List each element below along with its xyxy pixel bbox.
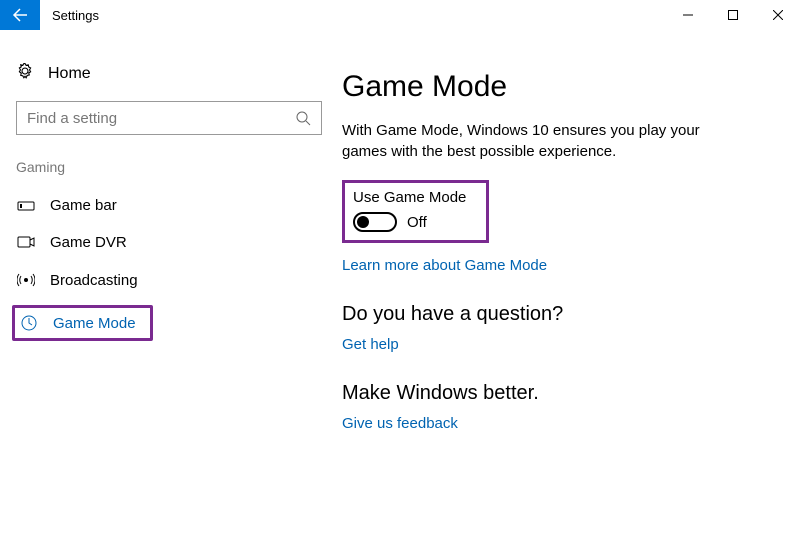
content-pane: Game Mode With Game Mode, Windows 10 ens… bbox=[330, 30, 800, 551]
dvr-icon bbox=[16, 236, 36, 250]
question-heading: Do you have a question? bbox=[342, 303, 760, 326]
gamemode-icon bbox=[19, 314, 39, 332]
minimize-icon bbox=[683, 10, 693, 20]
game-mode-toggle-group: Use Game Mode Off bbox=[342, 180, 489, 243]
search-icon bbox=[295, 110, 311, 126]
nav-label: Game bar bbox=[50, 197, 117, 214]
toggle-knob bbox=[357, 216, 369, 228]
toggle-state: Off bbox=[407, 214, 427, 231]
broadcast-icon bbox=[16, 271, 36, 289]
get-help-link[interactable]: Get help bbox=[342, 336, 399, 353]
page-description: With Game Mode, Windows 10 ensures you p… bbox=[342, 120, 722, 162]
nav-label: Game DVR bbox=[50, 234, 127, 251]
gear-icon bbox=[16, 62, 34, 85]
close-button[interactable] bbox=[755, 0, 800, 30]
toggle-label: Use Game Mode bbox=[353, 189, 466, 206]
section-label: Gaming bbox=[10, 159, 320, 187]
nav-game-bar[interactable]: Game bar bbox=[10, 187, 320, 224]
home-nav[interactable]: Home bbox=[10, 58, 320, 101]
feedback-heading: Make Windows better. bbox=[342, 382, 760, 405]
learn-more-link[interactable]: Learn more about Game Mode bbox=[342, 257, 547, 274]
nav-game-dvr[interactable]: Game DVR bbox=[10, 224, 320, 261]
minimize-button[interactable] bbox=[665, 0, 710, 30]
close-icon bbox=[773, 10, 783, 20]
title-bar: Settings bbox=[0, 0, 800, 30]
sidebar: Home Gaming Game bar Game DVR Br bbox=[0, 30, 330, 551]
home-label: Home bbox=[48, 65, 91, 83]
page-heading: Game Mode bbox=[342, 70, 760, 104]
back-button[interactable] bbox=[0, 0, 40, 30]
game-mode-toggle[interactable] bbox=[353, 212, 397, 232]
nav-broadcasting[interactable]: Broadcasting bbox=[10, 261, 320, 299]
feedback-link[interactable]: Give us feedback bbox=[342, 415, 458, 432]
nav-label: Game Mode bbox=[53, 315, 136, 332]
maximize-icon bbox=[728, 10, 738, 20]
arrow-left-icon bbox=[12, 7, 28, 23]
nav-game-mode[interactable]: Game Mode bbox=[15, 310, 136, 336]
nav-label: Broadcasting bbox=[50, 272, 138, 289]
search-input[interactable] bbox=[16, 101, 322, 135]
search-field[interactable] bbox=[27, 110, 295, 127]
maximize-button[interactable] bbox=[710, 0, 755, 30]
gamebar-icon bbox=[16, 199, 36, 213]
window-title: Settings bbox=[40, 0, 99, 30]
